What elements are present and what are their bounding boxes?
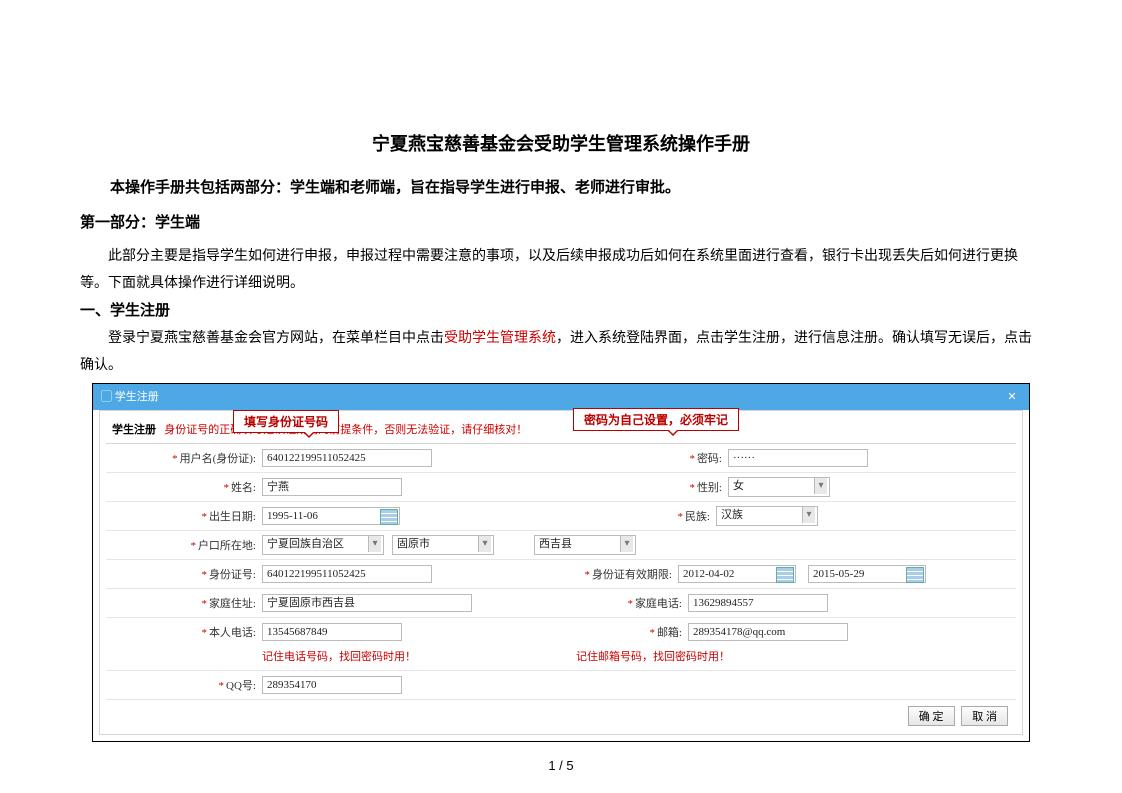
lbl-addr: 家庭住址: <box>209 598 256 610</box>
select-region1[interactable]: 宁夏回族自治区 <box>262 535 384 555</box>
register-label: 学生注册 <box>112 424 156 436</box>
input-birth[interactable]: 1995-11-06 <box>262 507 400 525</box>
select-region2[interactable]: 固原市 <box>392 535 494 555</box>
select-region3[interactable]: 西吉县 <box>534 535 636 555</box>
lbl-qq: QQ号: <box>226 680 256 692</box>
lbl-name: 姓名: <box>231 482 256 494</box>
register-warning: 身份证号的正确填写是认证成功的前提条件，否则无法验证，请仔细核对！ <box>164 424 527 436</box>
sec1-para: 登录宁夏燕宝慈善基金会官方网站，在菜单栏目中点击受助学生管理系统，进入系统登陆界… <box>80 324 1042 377</box>
input-user[interactable]: 640122199511052425 <box>262 449 432 467</box>
annotation-pwd: 密码为自己设置，必须牢记 <box>573 408 739 431</box>
input-email[interactable]: 289354178@qq.com <box>688 623 848 641</box>
cancel-button[interactable]: 取 消 <box>961 706 1008 726</box>
input-qq[interactable]: 289354170 <box>262 676 402 694</box>
part1-para: 此部分主要是指导学生如何进行申报，申报过程中需要注意的事项，以及后续申报成功后如… <box>80 242 1042 295</box>
select-sex[interactable]: 女 <box>728 477 830 497</box>
select-nation[interactable]: 汉族 <box>716 506 818 526</box>
student-register-window: ▢ 学生注册 ✕ 填写身份证号码 密码为自己设置，必须牢记 学生注册 身份证号的… <box>92 383 1030 742</box>
phone-hint: 记住电话号码，找回密码时用！ <box>262 648 416 664</box>
close-icon[interactable]: ✕ <box>1003 384 1021 410</box>
lbl-home-tel: 家庭电话: <box>635 598 682 610</box>
doc-title: 宁夏燕宝慈善基金会受助学生管理系统操作手册 <box>80 130 1042 156</box>
input-idvalid-to[interactable]: 2015-05-29 <box>808 565 926 583</box>
lbl-pwd: 密码: <box>697 453 722 465</box>
input-name[interactable]: 宁燕 <box>262 478 402 496</box>
lbl-birth: 出生日期: <box>209 511 256 523</box>
lbl-sex: 性别: <box>697 482 722 494</box>
input-self-tel[interactable]: 13545687849 <box>262 623 402 641</box>
system-link: 受助学生管理系统 <box>444 329 556 345</box>
input-home-tel[interactable]: 13629894557 <box>688 594 828 612</box>
lbl-nation: 民族: <box>685 511 710 523</box>
input-pwd[interactable]: ······ <box>728 449 868 467</box>
page-number: 1 / 5 <box>0 758 1122 773</box>
window-title: ▢ 学生注册 <box>101 384 159 410</box>
lbl-idno: 身份证号: <box>209 569 256 581</box>
email-hint: 记住邮箱号码，找回密码时用！ <box>576 648 730 664</box>
annotation-id: 填写身份证号码 <box>233 410 339 433</box>
input-idvalid-from[interactable]: 2012-04-02 <box>678 565 796 583</box>
lbl-email: 邮箱: <box>657 627 682 639</box>
lbl-idvalid: 身份证有效期限: <box>592 569 672 581</box>
lbl-hukou: 户口所在地: <box>198 540 256 552</box>
sec1-pre: 登录宁夏燕宝慈善基金会官方网站，在菜单栏目中点击 <box>108 329 444 345</box>
lbl-self-tel: 本人电话: <box>209 627 256 639</box>
input-idno[interactable]: 640122199511052425 <box>262 565 432 583</box>
part1-heading: 第一部分：学生端 <box>80 211 1042 232</box>
input-addr[interactable]: 宁夏固原市西吉县 <box>262 594 472 612</box>
doc-intro: 本操作手册共包括两部分：学生端和老师端，旨在指导学生进行申报、老师进行审批。 <box>80 176 1042 197</box>
sec1-heading: 一、学生注册 <box>80 299 1042 320</box>
lbl-user: 用户名(身份证): <box>180 453 256 465</box>
ok-button[interactable]: 确 定 <box>908 706 955 726</box>
